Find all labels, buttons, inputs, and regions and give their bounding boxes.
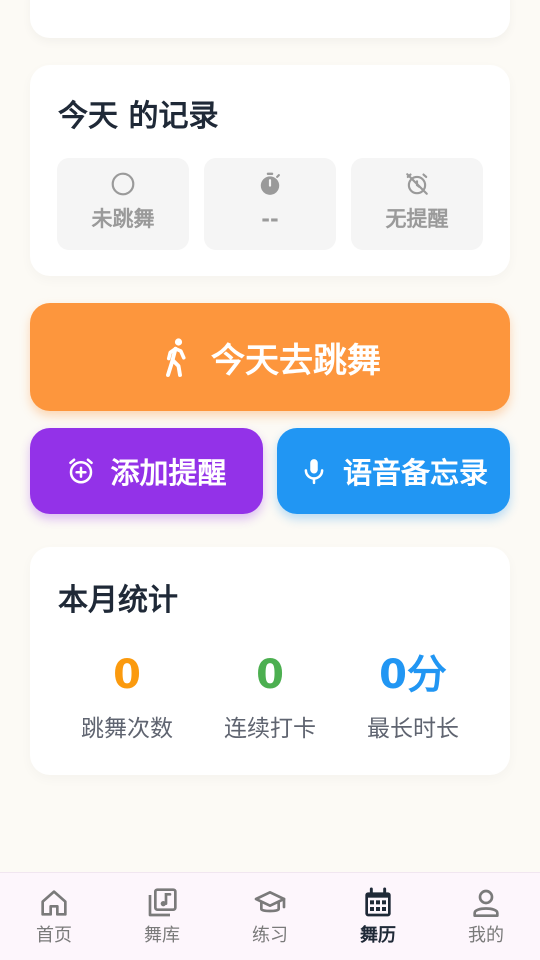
stopwatch-icon (260, 172, 280, 195)
stat-dance-count: 0 跳舞次数 (47, 647, 207, 745)
nav-item-calendar[interactable]: 舞历 (324, 873, 432, 960)
go-dance-label: 今天去跳舞 (211, 340, 381, 381)
stat-value: 0分 (379, 652, 447, 698)
reminder-status-label: 无提醒 (385, 207, 449, 231)
bottom-nav: 首页 舞库 练习 舞历 我的 (0, 872, 540, 960)
go-dance-button[interactable]: 今天去跳舞 (30, 303, 510, 411)
today-record-card: 今天 的记录 未跳舞 -- 无提醒 (30, 65, 510, 276)
person-icon (473, 889, 499, 917)
nav-label: 我的 (468, 925, 504, 946)
nav-label: 练习 (252, 925, 288, 946)
stat-label: 连续打卡 (224, 716, 316, 742)
dance-status-label: 未跳舞 (91, 207, 155, 231)
nav-label: 首页 (36, 925, 72, 946)
stat-value: 0 (256, 652, 284, 698)
nav-label: 舞历 (360, 925, 396, 946)
voice-memo-button[interactable]: 语音备忘录 (277, 428, 510, 514)
record-tiles: 未跳舞 -- 无提醒 (57, 158, 483, 250)
alarm-add-icon (69, 458, 94, 484)
voice-memo-label: 语音备忘录 (342, 456, 488, 490)
duration-tile: -- (204, 158, 336, 250)
nav-item-profile[interactable]: 我的 (432, 873, 540, 960)
add-reminder-label: 添加提醒 (110, 456, 227, 490)
nav-item-library[interactable]: 舞库 (108, 873, 216, 960)
dance-status-tile: 未跳舞 (57, 158, 189, 250)
add-reminder-button[interactable]: 添加提醒 (30, 428, 263, 514)
microphone-icon (304, 459, 324, 485)
walking-person-icon (166, 338, 186, 377)
record-title: 今天 的记录 (58, 99, 219, 134)
nav-label: 舞库 (144, 925, 180, 946)
monthly-stats-card: 本月统计 0 跳舞次数 0 连续打卡 0分 最长时长 (30, 547, 510, 775)
stat-value: 0 (113, 652, 141, 698)
graduation-cap-icon (254, 891, 286, 913)
circle-icon (111, 172, 135, 196)
duration-label: -- (261, 207, 279, 231)
stat-label: 跳舞次数 (81, 716, 173, 742)
calendar-icon (365, 887, 391, 917)
previous-card (30, 0, 510, 38)
nav-item-practice[interactable]: 练习 (216, 873, 324, 960)
stats-title: 本月统计 (58, 583, 178, 618)
alarm-off-icon (406, 173, 428, 195)
music-library-icon (148, 888, 177, 917)
home-icon (41, 890, 67, 916)
stats-row: 0 跳舞次数 0 连续打卡 0分 最长时长 (30, 647, 510, 745)
stat-streak: 0 连续打卡 (190, 647, 350, 745)
nav-item-home[interactable]: 首页 (0, 873, 108, 960)
app-screen: 今天 的记录 未跳舞 -- 无提醒 今天去跳舞 添加提醒 语音备忘录 本月统计 … (0, 0, 540, 960)
reminder-status-tile: 无提醒 (351, 158, 483, 250)
stat-label: 最长时长 (367, 716, 459, 742)
stat-longest-duration: 0分 最长时长 (333, 647, 493, 745)
